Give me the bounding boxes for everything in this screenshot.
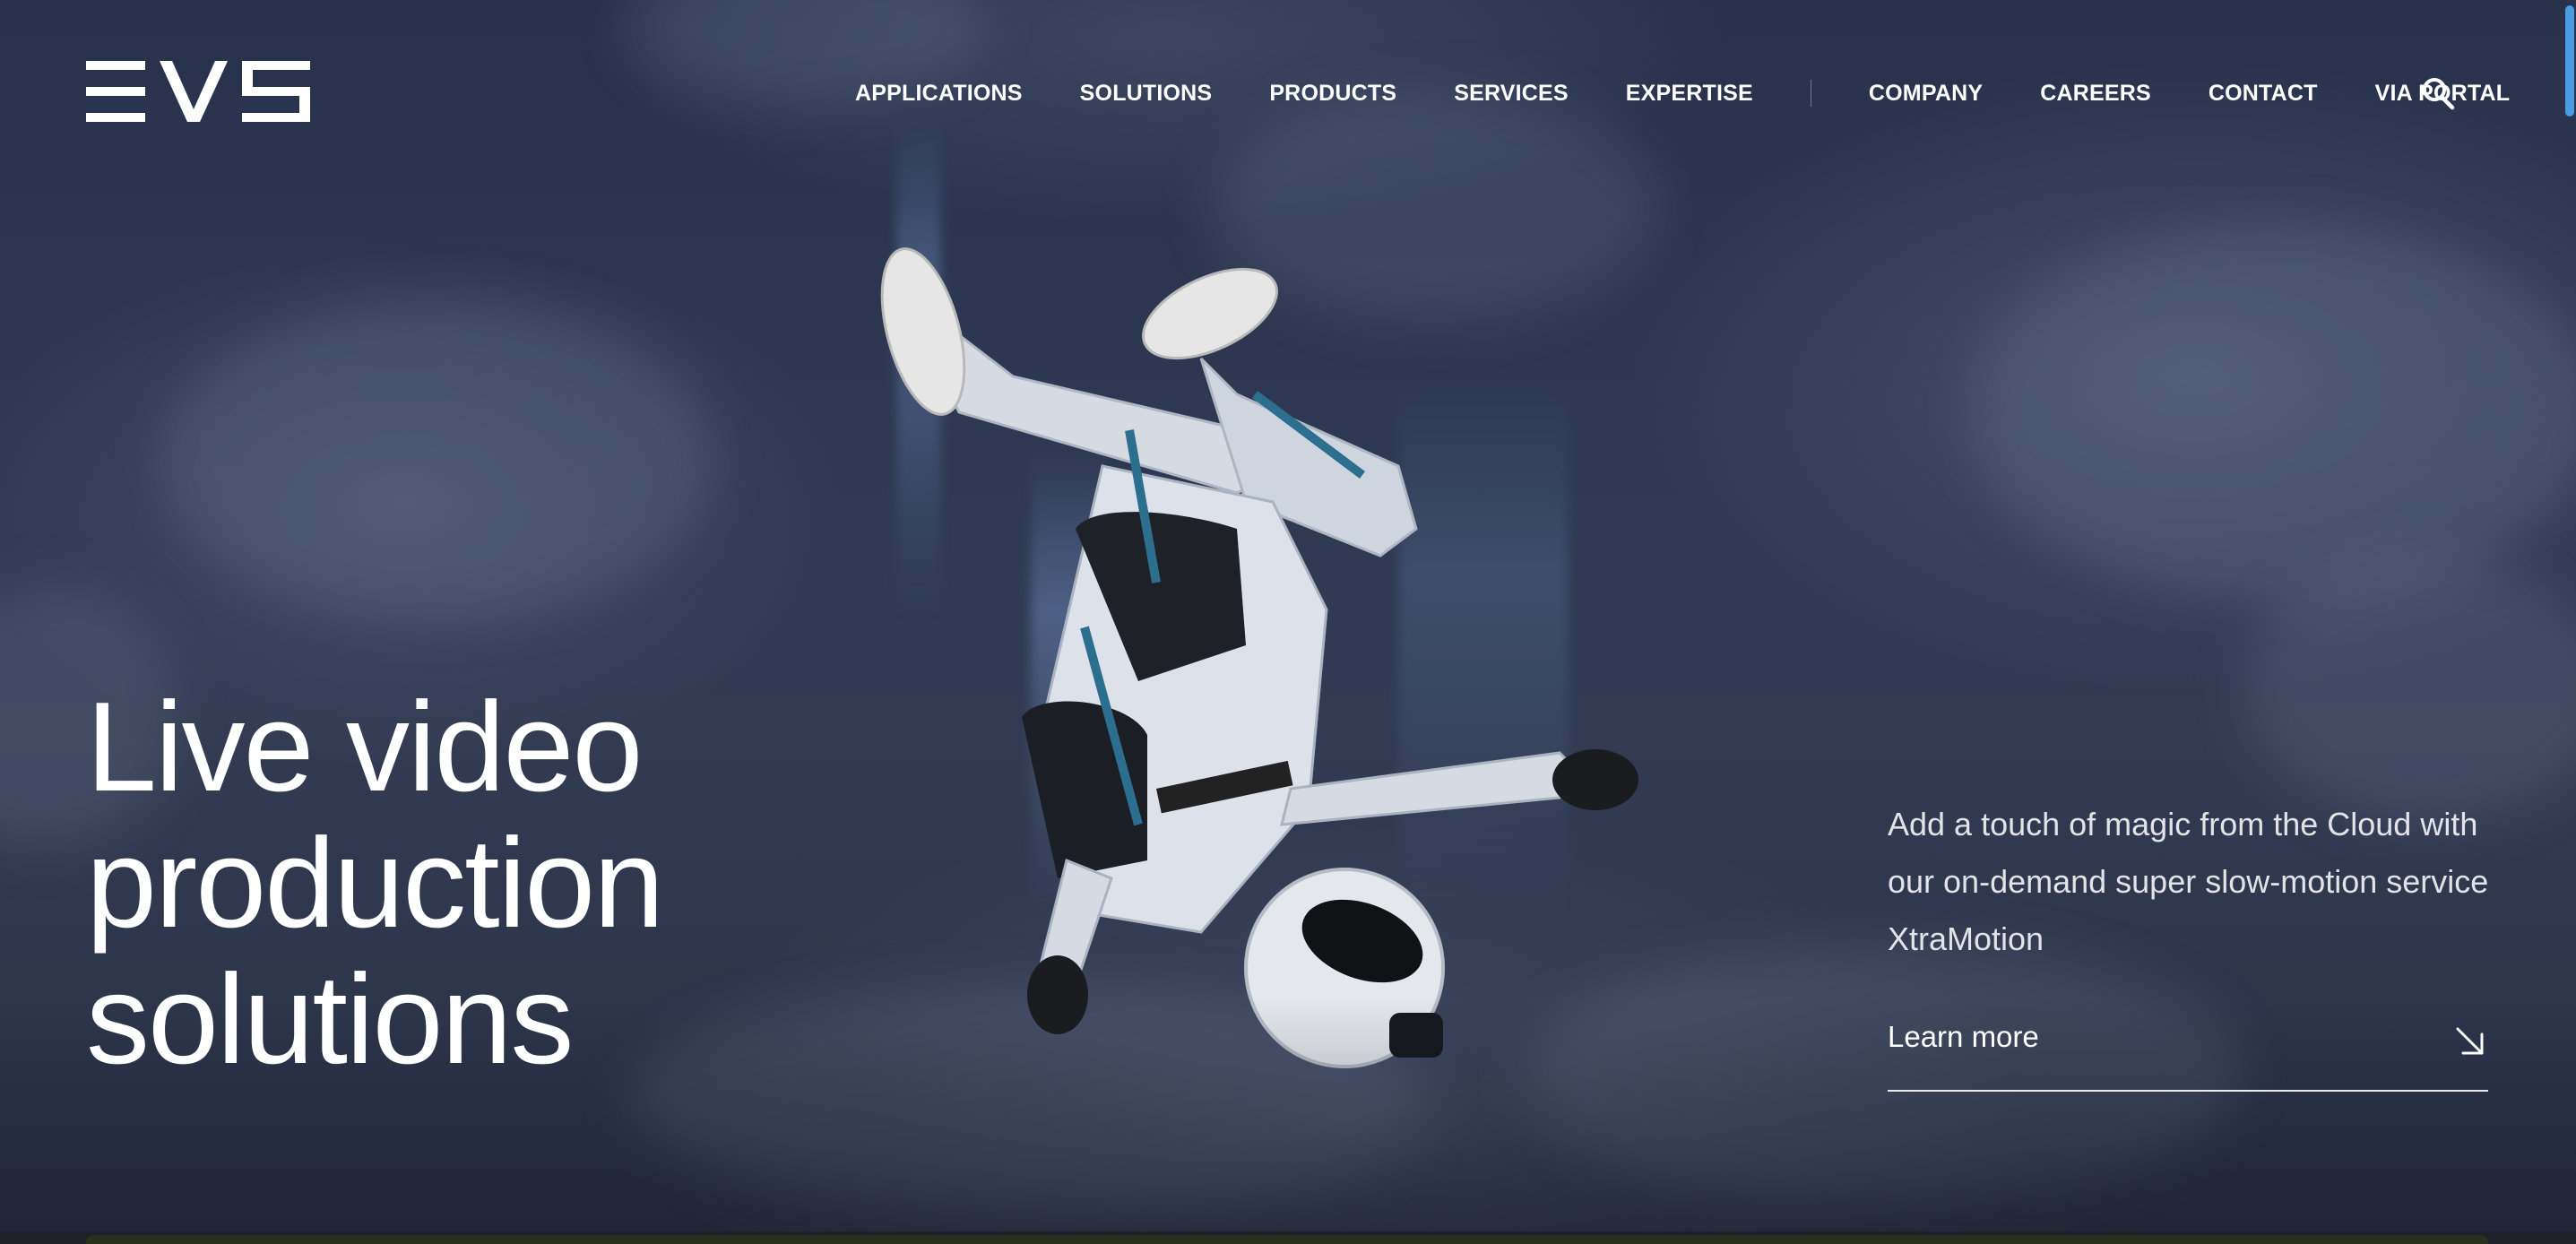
nav-item-company[interactable]: COMPANY (1869, 81, 1983, 107)
page-scrollbar[interactable] (2563, 0, 2576, 1231)
scrollbar-thumb[interactable] (2565, 5, 2574, 117)
hero-headline: Live video production solutions (86, 679, 893, 1088)
skydiver-illustration (880, 247, 1638, 1068)
evs-logo[interactable] (86, 61, 310, 122)
hero-headline-line: Live video (86, 676, 643, 818)
nav-item-careers[interactable]: CAREERS (2040, 81, 2151, 107)
arrow-down-right-icon (2456, 1027, 2484, 1055)
main-navigation: APPLICATIONS SOLUTIONS PRODUCTS SERVICES… (855, 75, 2510, 111)
learn-more-link[interactable]: Learn more (1888, 1011, 2488, 1092)
hero-headline-line: production (86, 812, 664, 955)
cloud-decoration (161, 296, 717, 618)
nav-item-applications[interactable]: APPLICATIONS (855, 81, 1023, 107)
cloud-decoration (1972, 224, 2576, 600)
hero-headline-line: solutions (86, 948, 574, 1091)
nav-item-contact[interactable]: CONTACT (2209, 81, 2318, 107)
nav-item-expertise[interactable]: EXPERTISE (1626, 81, 1753, 107)
next-section-card-edge (86, 1235, 2488, 1244)
hero-promo-text: Add a touch of magic from the Cloud with… (1888, 806, 2489, 957)
search-icon[interactable] (2420, 75, 2456, 111)
nav-item-solutions[interactable]: SOLUTIONS (1080, 81, 1213, 107)
next-section-edge (0, 1231, 2576, 1244)
hero-section: APPLICATIONS SOLUTIONS PRODUCTS SERVICES… (0, 0, 2576, 1231)
nav-item-services[interactable]: SERVICES (1454, 81, 1569, 107)
nav-item-products[interactable]: PRODUCTS (1269, 81, 1396, 107)
learn-more-label: Learn more (1888, 1020, 2039, 1053)
